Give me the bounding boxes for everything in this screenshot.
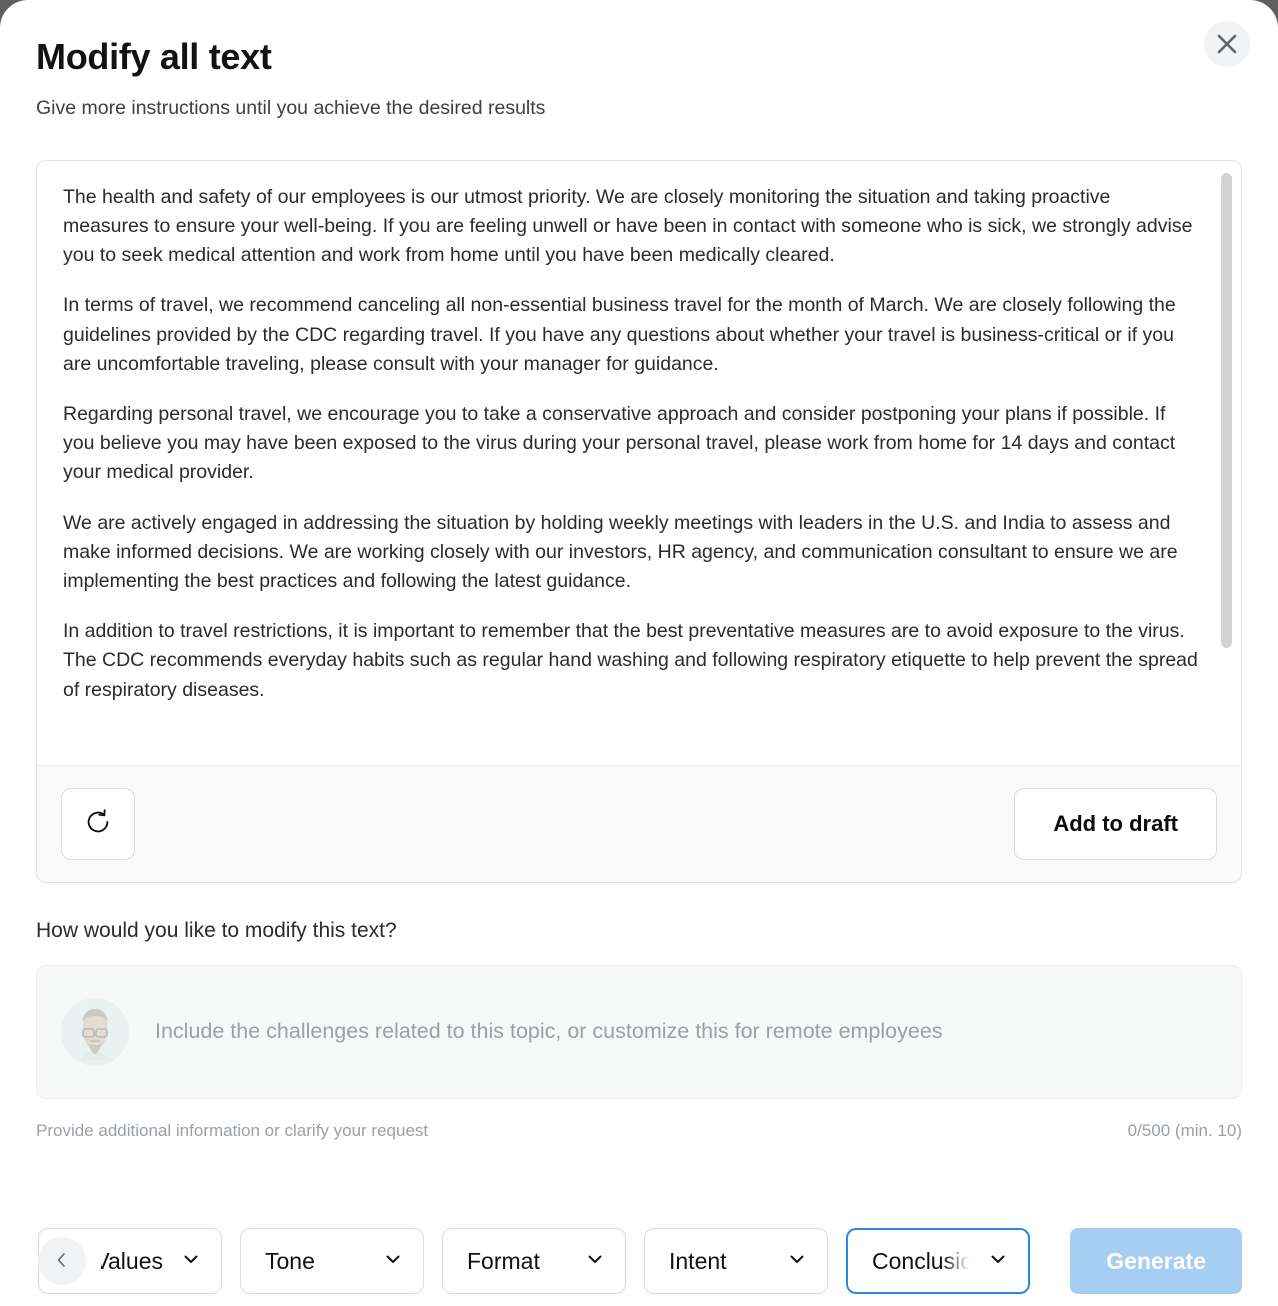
close-button[interactable]	[1204, 21, 1250, 67]
result-paragraph: We are actively engaged in addressing th…	[63, 511, 1178, 592]
avatar	[61, 997, 129, 1066]
prompt-input[interactable]: Include the challenges related to this t…	[155, 1018, 943, 1046]
generated-text-scroll-area[interactable]: The health and safety of our employees i…	[37, 160, 1241, 765]
refresh-icon	[83, 807, 113, 840]
result-paragraph: In terms of travel, we recommend canceli…	[63, 294, 1176, 375]
chip-tone[interactable]: Tone	[240, 1228, 424, 1294]
chip-conclusion-label: Conclusion	[872, 1247, 970, 1274]
result-paragraph: Regarding personal travel, we encourage …	[63, 402, 1176, 484]
chip-intent[interactable]: Intent	[644, 1228, 828, 1294]
regenerate-button[interactable]	[61, 787, 135, 860]
chip-values-label: Values	[101, 1247, 163, 1274]
generated-result-card: The health and safety of our employees i…	[36, 159, 1242, 883]
close-icon	[1216, 33, 1238, 55]
chevron-down-icon	[988, 1249, 1008, 1274]
result-paragraph: In addition to travel restrictions, it i…	[63, 620, 1198, 701]
chevron-down-icon	[383, 1249, 403, 1274]
character-counter: 0/500 (min. 10)	[1127, 1120, 1242, 1140]
scroll-left-button[interactable]	[38, 1237, 86, 1285]
dialog-header: Modify all text Give more instructions u…	[0, 0, 1278, 122]
prompt-input-container[interactable]: Include the challenges related to this t…	[36, 964, 1242, 1099]
add-to-draft-button[interactable]: Add to draft	[1014, 787, 1217, 860]
result-paragraph: The health and safety of our employees i…	[63, 185, 1193, 267]
chip-format-label: Format	[467, 1247, 540, 1274]
chip-conclusion[interactable]: Conclusion	[846, 1228, 1030, 1294]
chip-intent-label: Intent	[669, 1247, 727, 1274]
dialog-subtitle: Give more instructions until you achieve…	[36, 97, 546, 120]
modifier-toolbar: Values Tone Format Intent Conclusi Gener…	[0, 1228, 1278, 1294]
result-actions-bar: Add to draft	[37, 764, 1241, 882]
prompt-footer: Provide additional information or clarif…	[36, 1121, 1242, 1141]
chevron-down-icon	[181, 1249, 201, 1274]
page-title: Modify all text	[36, 36, 272, 77]
scrollbar-thumb[interactable]	[1221, 172, 1232, 648]
chevron-left-icon	[54, 1252, 70, 1271]
prompt-label: How would you like to modify this text?	[36, 918, 397, 942]
chevron-down-icon	[585, 1249, 605, 1274]
chevron-down-icon	[787, 1249, 807, 1274]
generate-button[interactable]: Generate	[1070, 1228, 1242, 1294]
modify-all-text-dialog: Modify all text Give more instructions u…	[0, 0, 1278, 1306]
prompt-helper-text: Provide additional information or clarif…	[36, 1120, 429, 1140]
chip-tone-label: Tone	[265, 1247, 315, 1274]
chip-format[interactable]: Format	[442, 1228, 626, 1294]
